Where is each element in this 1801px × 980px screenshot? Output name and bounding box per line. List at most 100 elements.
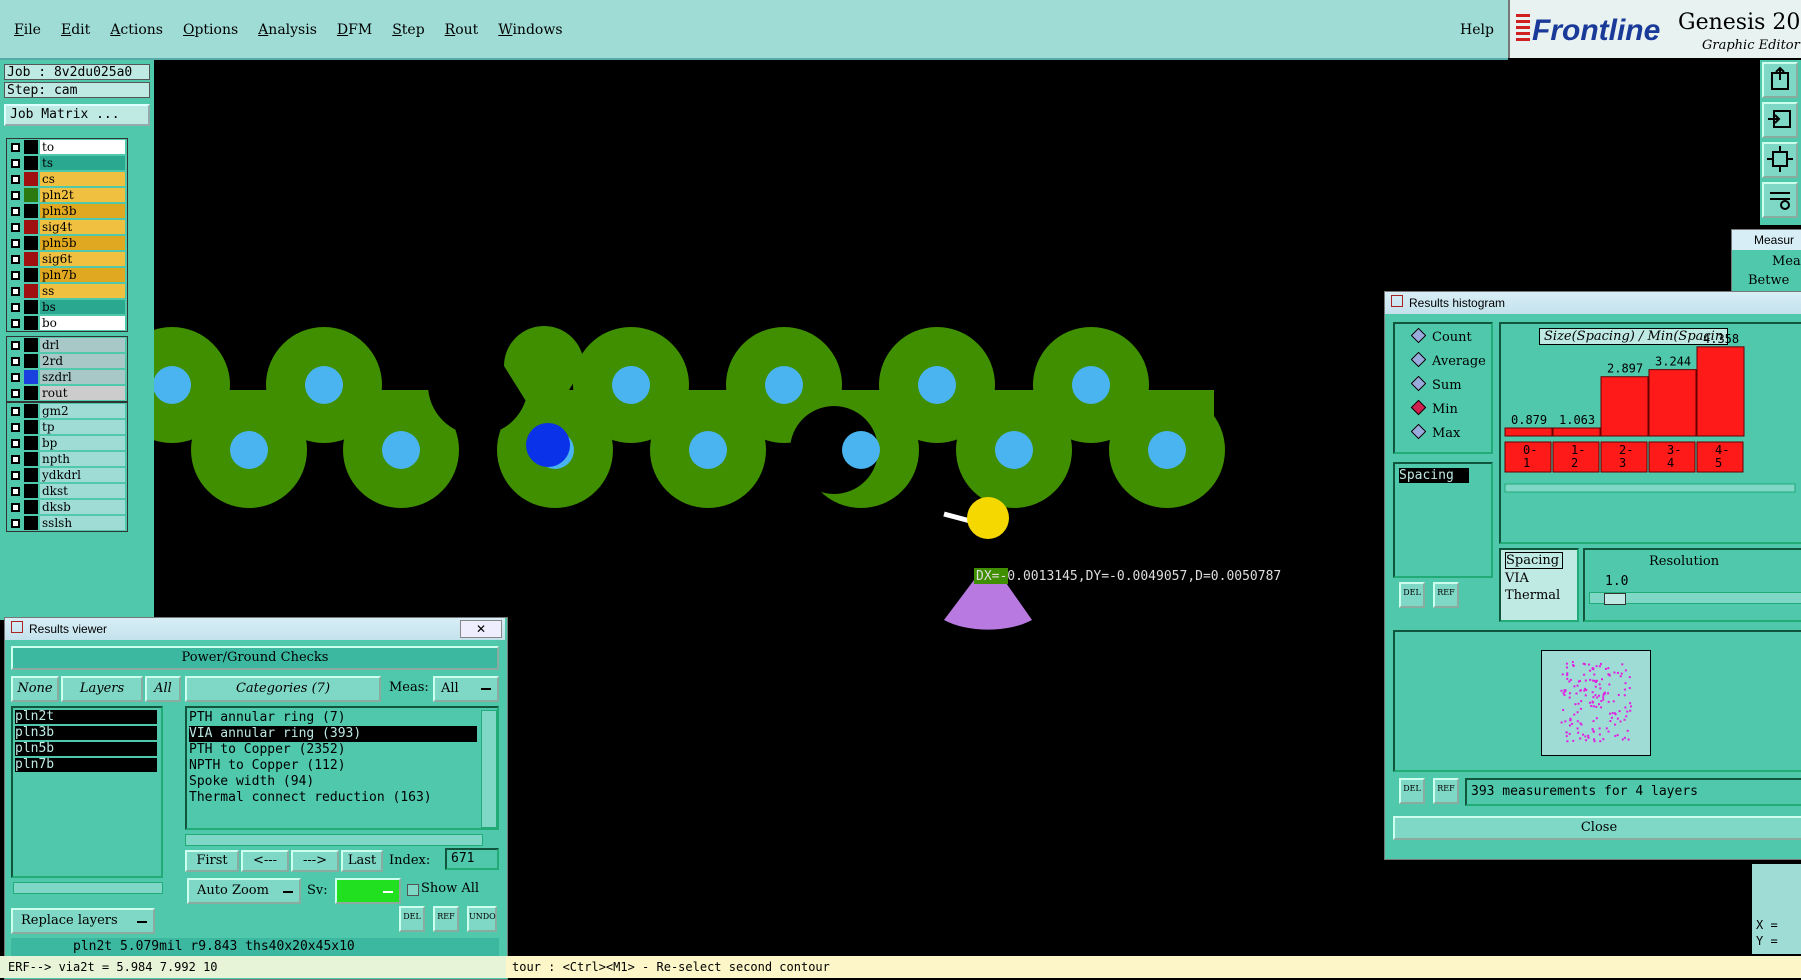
layer-row-dkst[interactable]: dkst [7,483,127,499]
histogram-scrollbar[interactable] [1504,483,1796,493]
layer-checkbox[interactable] [11,470,20,480]
measure-list[interactable]: Spacing [1393,462,1493,578]
all-button[interactable]: All [145,676,181,702]
layer-row-gm2[interactable]: gm2 [7,403,127,419]
layer-row-tp[interactable]: tp [7,419,127,435]
layer-name[interactable]: to [40,140,125,154]
auto-zoom-dropdown[interactable]: Auto Zoom [187,878,301,904]
layer-checkbox[interactable] [11,486,20,496]
refresh-icon[interactable]: REF [1433,582,1459,608]
size-list-item[interactable]: Thermal [1505,588,1561,603]
layer-color-swatch[interactable] [24,252,38,266]
layer-row-to[interactable]: to [7,139,127,155]
layer-checkbox[interactable] [11,158,20,168]
layer-row-bo[interactable]: bo [7,315,127,331]
layer-color-swatch[interactable] [24,268,38,282]
layer-name[interactable]: tp [40,420,125,434]
layer-checkbox[interactable] [11,356,20,366]
layer-hscroll[interactable] [13,882,163,894]
none-button[interactable]: None [11,676,59,702]
layer-row-szdrl[interactable]: szdrl [7,369,127,385]
layer-row-ydkdrl[interactable]: ydkdrl [7,467,127,483]
layer-result-item[interactable]: pln3b [15,726,157,740]
layer-row-pln7b[interactable]: pln7b [7,267,127,283]
delete-icon[interactable]: DEL [1399,582,1425,608]
category-item[interactable]: Thermal connect reduction (163) [189,790,477,806]
last-button[interactable]: Last [341,850,383,872]
layer-name[interactable]: 2rd [40,354,125,368]
layer-row-sslsh[interactable]: sslsh [7,515,127,531]
layer-row-dksb[interactable]: dksb [7,499,127,515]
layer-result-item[interactable]: pln7b [15,758,157,772]
layer-checkbox[interactable] [11,190,20,200]
layer-name[interactable]: pln7b [40,268,125,282]
category-item[interactable]: VIA annular ring (393) [189,726,477,742]
layer-checkbox[interactable] [11,318,20,328]
layer-name[interactable]: npth [40,452,125,466]
layer-color-swatch[interactable] [24,436,38,450]
category-item[interactable]: PTH annular ring (7) [189,710,477,726]
layer-name[interactable]: drl [40,338,125,352]
layer-checkbox[interactable] [11,518,20,528]
resolution-slider[interactable]: Resolution 1.0 [1583,548,1801,622]
layer-color-swatch[interactable] [24,140,38,154]
layer-color-swatch[interactable] [24,338,38,352]
layer-name[interactable]: bp [40,436,125,450]
size-list[interactable]: Spacing VIA Thermal [1499,548,1579,622]
radio-max[interactable]: Max [1410,423,1460,441]
category-item[interactable]: Spoke width (94) [189,774,477,790]
radio-average[interactable]: Average [1410,351,1486,369]
index-input[interactable]: 671 [445,848,499,870]
radio-min[interactable]: Min [1410,399,1458,417]
layer-name[interactable]: bo [40,316,125,330]
layer-row-sig6t[interactable]: sig6t [7,251,127,267]
layer-checkbox[interactable] [11,302,20,312]
layer-name[interactable]: dkst [40,484,125,498]
radio-count[interactable]: Count [1410,327,1472,345]
layer-name[interactable]: bs [40,300,125,314]
measure-tab[interactable]: Mea [1772,254,1801,269]
layer-row-drl[interactable]: drl [7,337,127,353]
first-button[interactable]: First [185,850,239,872]
layer-name[interactable]: pln5b [40,236,125,250]
histogram-bar[interactable] [1648,369,1697,437]
layer-color-swatch[interactable] [24,172,38,186]
layer-checkbox[interactable] [11,422,20,432]
layer-row-pln3b[interactable]: pln3b [7,203,127,219]
measure-item[interactable]: Spacing [1399,468,1469,483]
layer-name[interactable]: pln3b [40,204,125,218]
settings-icon[interactable] [1762,182,1798,218]
refresh-icon[interactable]: REF [433,906,459,932]
size-list-item[interactable]: Spacing [1505,552,1563,569]
layer-checkbox[interactable] [11,238,20,248]
layer-color-swatch[interactable] [24,354,38,368]
layer-checkbox[interactable] [11,372,20,382]
layer-color-swatch[interactable] [24,220,38,234]
radio-sum[interactable]: Sum [1410,375,1462,393]
layer-color-swatch[interactable] [24,284,38,298]
layer-checkbox[interactable] [11,174,20,184]
layer-name[interactable]: rout [40,386,125,400]
layer-color-swatch[interactable] [24,452,38,466]
sv-color-dropdown[interactable] [335,878,401,904]
size-list-item[interactable]: VIA [1505,571,1561,586]
menu-analysis[interactable]: Analysis [258,22,317,38]
import-icon[interactable] [1762,102,1798,138]
layer-row-bp[interactable]: bp [7,435,127,451]
category-item[interactable]: PTH to Copper (2352) [189,742,477,758]
menu-edit[interactable]: Edit [61,22,90,38]
measure-between-option[interactable]: Betwe [1748,273,1801,288]
layer-checkbox[interactable] [11,454,20,464]
undo-icon[interactable]: UNDO [467,906,497,932]
layer-name[interactable]: ss [40,284,125,298]
layer-color-swatch[interactable] [24,420,38,434]
layers-button[interactable]: Layers [61,676,143,702]
layer-name[interactable]: ydkdrl [40,468,125,482]
export-icon[interactable] [1762,62,1798,98]
resolution-thumb[interactable] [1604,593,1626,605]
layer-name[interactable]: szdrl [40,370,125,384]
layer-color-swatch[interactable] [24,316,38,330]
layer-row-bs[interactable]: bs [7,299,127,315]
layer-name[interactable]: gm2 [40,404,125,418]
layer-color-swatch[interactable] [24,188,38,202]
